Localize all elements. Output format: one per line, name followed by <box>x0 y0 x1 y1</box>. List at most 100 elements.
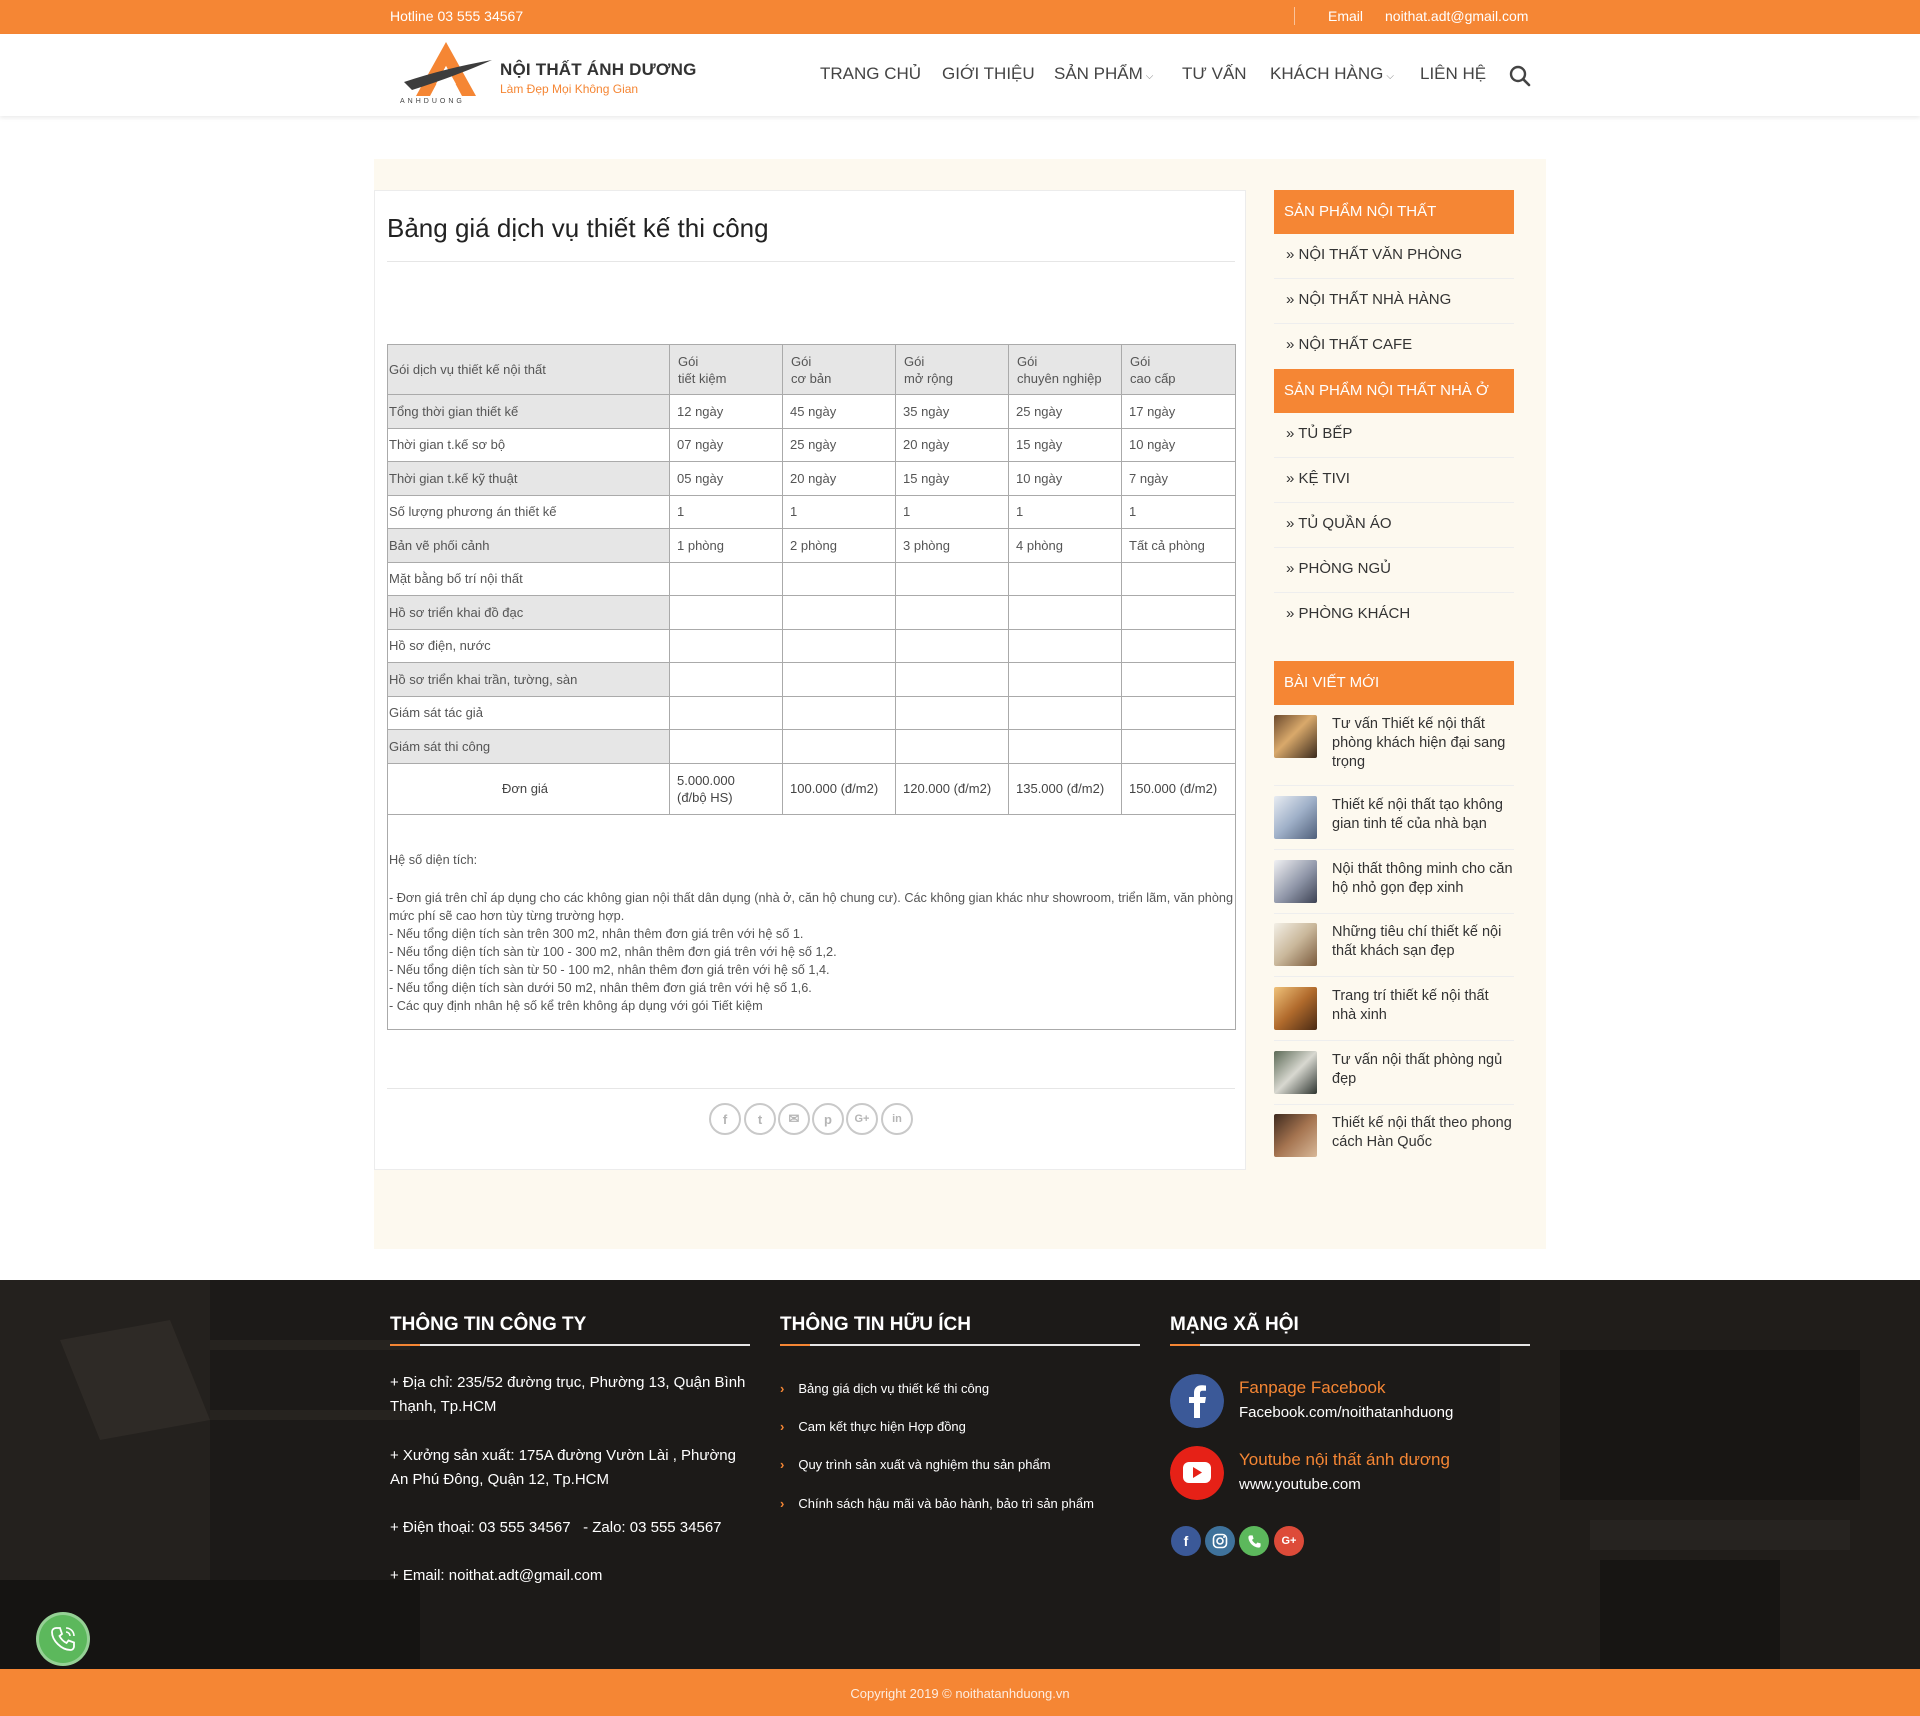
nav-contact[interactable]: LIÊN HỆ <box>1420 64 1486 84</box>
youtube-title[interactable]: Youtube nội thất ánh dương <box>1239 1450 1450 1470</box>
table-cell: 45 ngày <box>782 394 896 429</box>
linkedin-share-icon[interactable]: in <box>881 1103 913 1135</box>
page-title: Bảng giá dịch vụ thiết kế thi công <box>387 213 769 243</box>
table-cell: 1 <box>1121 494 1236 529</box>
nav-home[interactable]: TRANG CHỦ <box>820 64 921 84</box>
table-header-row: Gói dịch vụ thiết kế nội thất Gói tiết ki… <box>387 344 1236 395</box>
table-cell <box>782 595 896 630</box>
phone-glyph <box>1247 1534 1261 1548</box>
nav-products-label: SẢN PHẨM <box>1054 64 1143 83</box>
package-name: chuyên nghiệp <box>1017 370 1102 386</box>
table-row: Giám sát thi công <box>387 729 1236 764</box>
footer-link-label: Chính sách hậu mãi và bảo hành, bảo trì … <box>798 1496 1094 1511</box>
table-cell <box>669 695 783 730</box>
table-header-cell: Gói tiết kiệm <box>669 344 783 395</box>
google-plus-share-icon[interactable]: G+ <box>846 1103 878 1135</box>
post-title: Tư vấn nội thất phòng ngủ đẹp <box>1332 1052 1503 1087</box>
nav-about[interactable]: GIỚI THIỆU <box>942 64 1035 84</box>
sidebar-item-restaurant[interactable]: » NỘI THẤT NHÀ HÀNG <box>1274 279 1514 324</box>
table-cell: Tất cả phòng <box>1121 528 1236 563</box>
recent-post[interactable]: Nội thất thông minh cho căn hộ nhỏ gọn đ… <box>1274 860 1514 914</box>
row-label: Giám sát tác giả <box>387 695 670 730</box>
recent-post[interactable]: Trang trí thiết kế nội thất nhà xinh <box>1274 987 1514 1041</box>
email-link[interactable]: noithat.adt@gmail.com <box>1385 8 1528 24</box>
table-row: Thời gian t.kế sơ bộ 07 ngày 25 ngày 20 … <box>387 427 1236 462</box>
package-prefix: Gói <box>678 353 699 369</box>
email-share-icon[interactable]: ✉ <box>778 1103 810 1135</box>
row-label: Hồ sơ điện, nước <box>387 628 670 663</box>
twitter-share-icon[interactable]: t <box>744 1103 776 1135</box>
table-cell <box>895 695 1009 730</box>
sidebar-item-office[interactable]: » NỘI THẤT VĂN PHÒNG <box>1274 234 1514 279</box>
facebook-icon[interactable] <box>1170 1374 1224 1428</box>
row-label: Bản vẽ phối cảnh <box>387 528 670 563</box>
footer-divider-accent <box>1170 1344 1200 1346</box>
sidebar-item-tv-shelf[interactable]: » KỆ TIVI <box>1274 458 1514 503</box>
search-icon[interactable] <box>1508 64 1532 88</box>
table-cell <box>1121 695 1236 730</box>
table-cell: 25 ngày <box>1008 394 1122 429</box>
post-thumbnail <box>1274 1114 1317 1157</box>
recent-post[interactable]: Tư vấn nội thất phòng ngủ đẹp <box>1274 1051 1514 1105</box>
sidebar-item-bedroom[interactable]: » PHÒNG NGỦ <box>1274 548 1514 593</box>
table-row: Giám sát tác giả <box>387 695 1236 730</box>
sidebar-item-kitchen-cabinet[interactable]: » TỦ BẾP <box>1274 413 1514 458</box>
table-row: Hồ sơ triển khai đồ đạc <box>387 595 1236 630</box>
sidebar-item-wardrobe[interactable]: » TỦ QUẦN ÁO <box>1274 503 1514 548</box>
table-cell <box>895 561 1009 596</box>
footer-link[interactable]: › Quy trình sản xuất và nghiệm thu sản ph… <box>780 1457 1051 1472</box>
footer-address: + Địa chỉ: 235/52 đường trục, Phường 13,… <box>390 1374 746 1415</box>
site-logo[interactable]: ANHDUONG NỘI THẤT ÁNH DƯƠNG Làm Đẹp Mọi … <box>396 38 696 112</box>
footer-link[interactable]: › Bảng giá dịch vụ thiết kế thi công <box>780 1381 989 1396</box>
price-cell: 100.000 (đ/m2) <box>782 762 896 815</box>
hotline-text[interactable]: Hotline 03 555 34567 <box>390 8 523 24</box>
instagram-glyph <box>1212 1533 1228 1549</box>
recent-post[interactable]: Những tiêu chí thiết kế nội thất khách s… <box>1274 923 1514 977</box>
footer-background-image <box>0 1280 1920 1669</box>
table-cell <box>895 729 1009 764</box>
chevron-right-icon: › <box>780 1496 785 1511</box>
note-line: - Nếu tổng diện tích sàn trên 300 m2, nh… <box>389 926 804 941</box>
post-thumbnail <box>1274 923 1317 966</box>
table-cell: 15 ngày <box>1008 427 1122 462</box>
pinterest-share-icon[interactable]: p <box>812 1103 844 1135</box>
recent-post[interactable]: Thiết kế nội thất tạo không gian tinh tế… <box>1274 796 1514 850</box>
footer-link[interactable]: › Chính sách hậu mãi và bảo hành, bảo trì… <box>780 1496 1094 1511</box>
price-value: 5.000.000 <box>677 772 735 788</box>
facebook-small-icon[interactable]: f <box>1171 1526 1201 1556</box>
chevron-right-icon: › <box>780 1457 785 1472</box>
table-cell <box>1008 628 1122 663</box>
price-cell: 5.000.000 (đ/bộ HS) <box>669 762 783 815</box>
table-row: Hồ sơ triển khai trần, tường, sàn <box>387 662 1236 697</box>
package-name: cơ bản <box>791 370 832 386</box>
recent-post[interactable]: Tư vấn Thiết kế nội thất phòng khách hiệ… <box>1274 715 1514 786</box>
row-label: Thời gian t.kế kỹ thuật <box>387 461 670 496</box>
footer-email: + Email: noithat.adt@gmail.com <box>390 1567 603 1584</box>
nav-customers[interactable]: KHÁCH HÀNG ⌵ <box>1270 64 1394 84</box>
row-label: Giám sát thi công <box>387 729 670 764</box>
footer-link[interactable]: › Cam kết thực hiện Hợp đồng <box>780 1419 966 1434</box>
title-divider <box>387 261 1235 262</box>
table-cell <box>669 561 783 596</box>
note-line: - Nếu tổng diện tích sàn từ 100 - 300 m2… <box>389 944 837 959</box>
instagram-icon[interactable] <box>1205 1526 1235 1556</box>
table-header-cell: Gói chuyên nghiệp <box>1008 344 1122 395</box>
sidebar-item-living-room[interactable]: » PHÒNG KHÁCH <box>1274 593 1514 638</box>
post-thumbnail <box>1274 1051 1317 1094</box>
table-cell: 17 ngày <box>1121 394 1236 429</box>
sidebar-heading-products: SẢN PHẨM NỘI THẤT <box>1274 190 1514 234</box>
youtube-icon[interactable] <box>1170 1446 1224 1500</box>
table-cell <box>1121 729 1236 764</box>
nav-products[interactable]: SẢN PHẨM ⌵ <box>1054 64 1153 84</box>
phone-icon[interactable] <box>1239 1526 1269 1556</box>
facebook-title[interactable]: Fanpage Facebook <box>1239 1378 1386 1398</box>
google-plus-icon[interactable]: G+ <box>1274 1526 1304 1556</box>
price-table: Gói dịch vụ thiết kế nội thất Gói tiết ki… <box>387 344 1236 1030</box>
nav-consulting[interactable]: TƯ VẤN <box>1182 64 1247 84</box>
table-cell: 1 <box>669 494 783 529</box>
table-cell <box>669 628 783 663</box>
sidebar-item-cafe[interactable]: » NỘI THẤT CAFE <box>1274 324 1514 369</box>
floating-call-button[interactable] <box>36 1612 90 1666</box>
facebook-share-icon[interactable]: f <box>709 1103 741 1135</box>
recent-post[interactable]: Thiết kế nội thất theo phong cách Hàn Qu… <box>1274 1114 1514 1168</box>
